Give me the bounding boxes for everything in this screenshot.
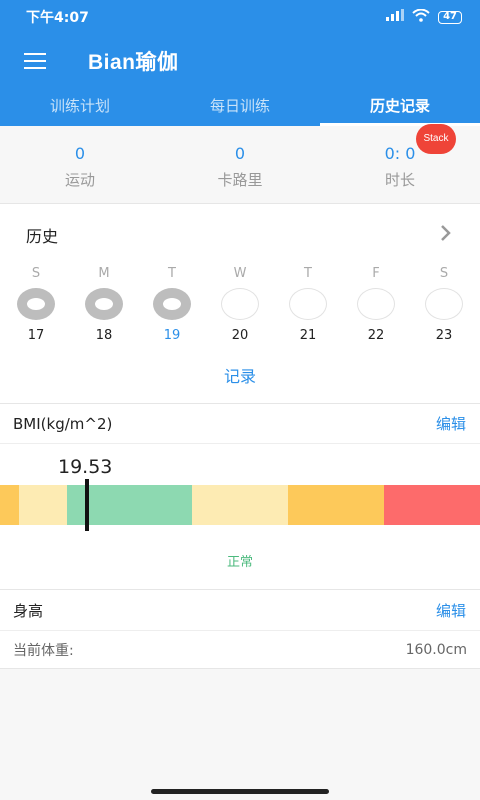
calendar-day[interactable]: F 22 (342, 266, 410, 343)
calendar-day[interactable]: M 18 (70, 266, 138, 343)
bmi-edit-button[interactable]: 编辑 (436, 413, 466, 434)
calendar-day[interactable]: W 20 (206, 266, 274, 343)
stat-exercise: 0 运动 (0, 126, 160, 203)
day-number: 19 (163, 328, 181, 343)
bmi-scale-bar (0, 485, 480, 525)
wifi-icon (412, 8, 430, 26)
history-header[interactable]: 历史 (0, 204, 480, 266)
history-card: 历史 S 17 M 18 T 19 W 20 T 21 F 22 S 23 记录 (0, 204, 480, 404)
stats-summary: 0 运动 0 卡路里 0: 0 时长 Stack (0, 124, 480, 204)
day-number: 23 (435, 328, 453, 343)
bmi-segment-0 (0, 485, 20, 525)
stat-label: 时长 (384, 171, 415, 189)
day-letter: M (98, 266, 110, 281)
battery-icon: 47 (438, 10, 462, 24)
current-weight-value: 160.0cm (405, 641, 467, 658)
stat-label: 卡路里 (217, 171, 263, 189)
day-letter: F (372, 266, 380, 281)
calendar-day[interactable]: T 19 (138, 266, 206, 343)
signal-icon (386, 9, 405, 25)
calendar-day[interactable]: T 21 (274, 266, 342, 343)
status-time: 下午4:07 (26, 10, 89, 26)
home-indicator[interactable] (151, 789, 329, 794)
tab-training-plan[interactable]: 训练计划 (0, 88, 160, 126)
day-indicator (17, 288, 55, 320)
height-card: 身高 编辑 当前体重: 160.0cm (0, 590, 480, 669)
bmi-label: BMI(kg/m^2) (13, 414, 113, 433)
calendar-day[interactable]: S 17 (2, 266, 70, 343)
day-indicator (221, 288, 259, 320)
stat-value: 0 (234, 144, 246, 163)
stat-value: 0 (74, 144, 86, 163)
bmi-status: 正常 (226, 555, 253, 570)
chevron-right-icon[interactable] (440, 223, 452, 248)
current-weight-row: 当前体重: 160.0cm (0, 630, 480, 668)
stat-value: 0: 0 (384, 144, 416, 163)
toolbar: Bian瑜伽 (0, 34, 480, 88)
day-indicator (153, 288, 191, 320)
bmi-header: BMI(kg/m^2) 编辑 (0, 404, 480, 444)
day-letter: T (304, 266, 312, 281)
day-indicator (289, 288, 327, 320)
tab-daily-training[interactable]: 每日训练 (160, 88, 320, 126)
status-bar: 下午4:07 47 (0, 0, 480, 34)
day-number: 22 (367, 328, 385, 343)
stat-calories: 0 卡路里 (160, 126, 320, 203)
day-indicator (425, 288, 463, 320)
height-header: 身高 编辑 (0, 590, 480, 630)
bmi-card: BMI(kg/m^2) 编辑 19.53 正常 (0, 404, 480, 590)
menu-icon[interactable] (0, 60, 70, 62)
stack-badge[interactable]: Stack (416, 124, 456, 154)
day-indicator (85, 288, 123, 320)
page-title: Bian瑜伽 (88, 51, 179, 74)
day-indicator (357, 288, 395, 320)
stat-duration: 0: 0 时长 (320, 126, 480, 203)
bmi-value: 19.53 (58, 456, 113, 478)
current-weight-label: 当前体重: (13, 642, 74, 659)
day-number: 20 (231, 328, 249, 343)
history-title: 历史 (26, 227, 59, 246)
bmi-segment-5 (383, 485, 480, 525)
bmi-segment-1 (19, 485, 68, 525)
tab-history[interactable]: 历史记录 (320, 88, 480, 126)
app-bar: 下午4:07 47 Bian瑜伽 训练计划 每日训练 历史记录 (0, 0, 480, 126)
day-letter: S (439, 266, 449, 281)
height-edit-button[interactable]: 编辑 (436, 600, 466, 621)
bmi-segment-4 (287, 485, 384, 525)
week-calendar: S 17 M 18 T 19 W 20 T 21 F 22 S 23 (0, 266, 480, 343)
day-letter: S (31, 266, 41, 281)
bmi-segment-3 (191, 485, 288, 525)
tab-bar: 训练计划 每日训练 历史记录 (0, 88, 480, 126)
height-label: 身高 (13, 601, 44, 620)
stat-label: 运动 (64, 171, 95, 189)
day-letter: T (168, 266, 176, 281)
status-icons: 47 (386, 8, 462, 26)
day-number: 18 (95, 328, 113, 343)
day-number: 21 (299, 328, 317, 343)
record-link[interactable]: 记录 (0, 363, 480, 387)
calendar-day[interactable]: S 23 (410, 266, 478, 343)
day-letter: W (233, 266, 247, 281)
bmi-marker (85, 479, 89, 531)
day-number: 17 (27, 328, 45, 343)
